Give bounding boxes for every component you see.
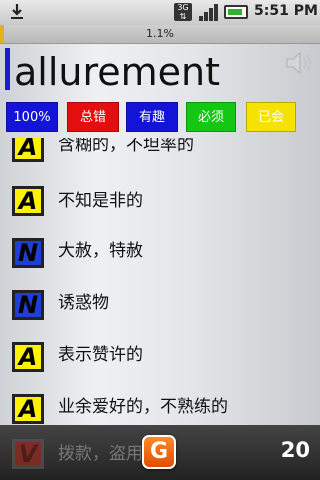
meaning-list: A 含糊的，不坦率的 A 不知是非的 N 大赦，特赦 N 诱惑物 A 表示赞许的… — [0, 138, 320, 425]
meaning-text: 业余爱好的，不熟练的 — [58, 397, 228, 417]
meaning-text: 表示赞许的 — [58, 345, 143, 365]
battery-icon — [224, 5, 248, 19]
learned-button[interactable]: 已会 — [246, 102, 296, 132]
progress-bar: 1.1% — [0, 25, 320, 44]
pos-badge: A — [12, 186, 44, 216]
meaning-text[interactable]: 拨款，盗用 — [58, 439, 143, 464]
list-item[interactable]: A 业余爱好的，不熟练的 — [0, 384, 320, 425]
total-wrong-button[interactable]: 总错 — [67, 102, 119, 132]
g-app-button[interactable]: G — [142, 435, 176, 469]
word-title: allurement — [14, 50, 221, 94]
meaning-text: 不知是非的 — [58, 191, 143, 211]
interesting-button[interactable]: 有趣 — [126, 102, 178, 132]
signal-icon — [199, 4, 218, 21]
download-icon — [11, 4, 23, 19]
list-item[interactable]: N 诱惑物 — [0, 280, 320, 332]
speaker-icon[interactable] — [284, 50, 314, 76]
required-button[interactable]: 必须 — [186, 102, 236, 132]
pos-badge: A — [12, 342, 44, 372]
remaining-count: 20 — [280, 438, 310, 462]
progress-text: 1.1% — [146, 27, 174, 40]
3g-icon: 3G ⇅ — [174, 3, 192, 21]
pos-badge: N — [12, 238, 44, 268]
pos-badge: A — [12, 394, 44, 424]
status-time: 5:51 PM — [254, 3, 318, 19]
list-item[interactable]: A 不知是非的 — [0, 176, 320, 228]
percent-button[interactable]: 100% — [6, 102, 58, 132]
pos-badge: V — [12, 439, 44, 469]
status-bar: 3G ⇅ 5:51 PM — [0, 0, 320, 26]
list-item[interactable]: A 表示赞许的 — [0, 332, 320, 384]
word-accent-bar — [5, 48, 10, 90]
list-item[interactable]: A 含糊的，不坦率的 — [0, 138, 320, 176]
list-item[interactable]: N 大赦，特赦 — [0, 228, 320, 280]
meaning-text: 含糊的，不坦率的 — [58, 138, 194, 155]
pos-badge: N — [12, 290, 44, 320]
pos-badge: A — [12, 138, 44, 162]
meaning-text: 诱惑物 — [58, 293, 109, 313]
meaning-text: 大赦，特赦 — [58, 241, 143, 261]
